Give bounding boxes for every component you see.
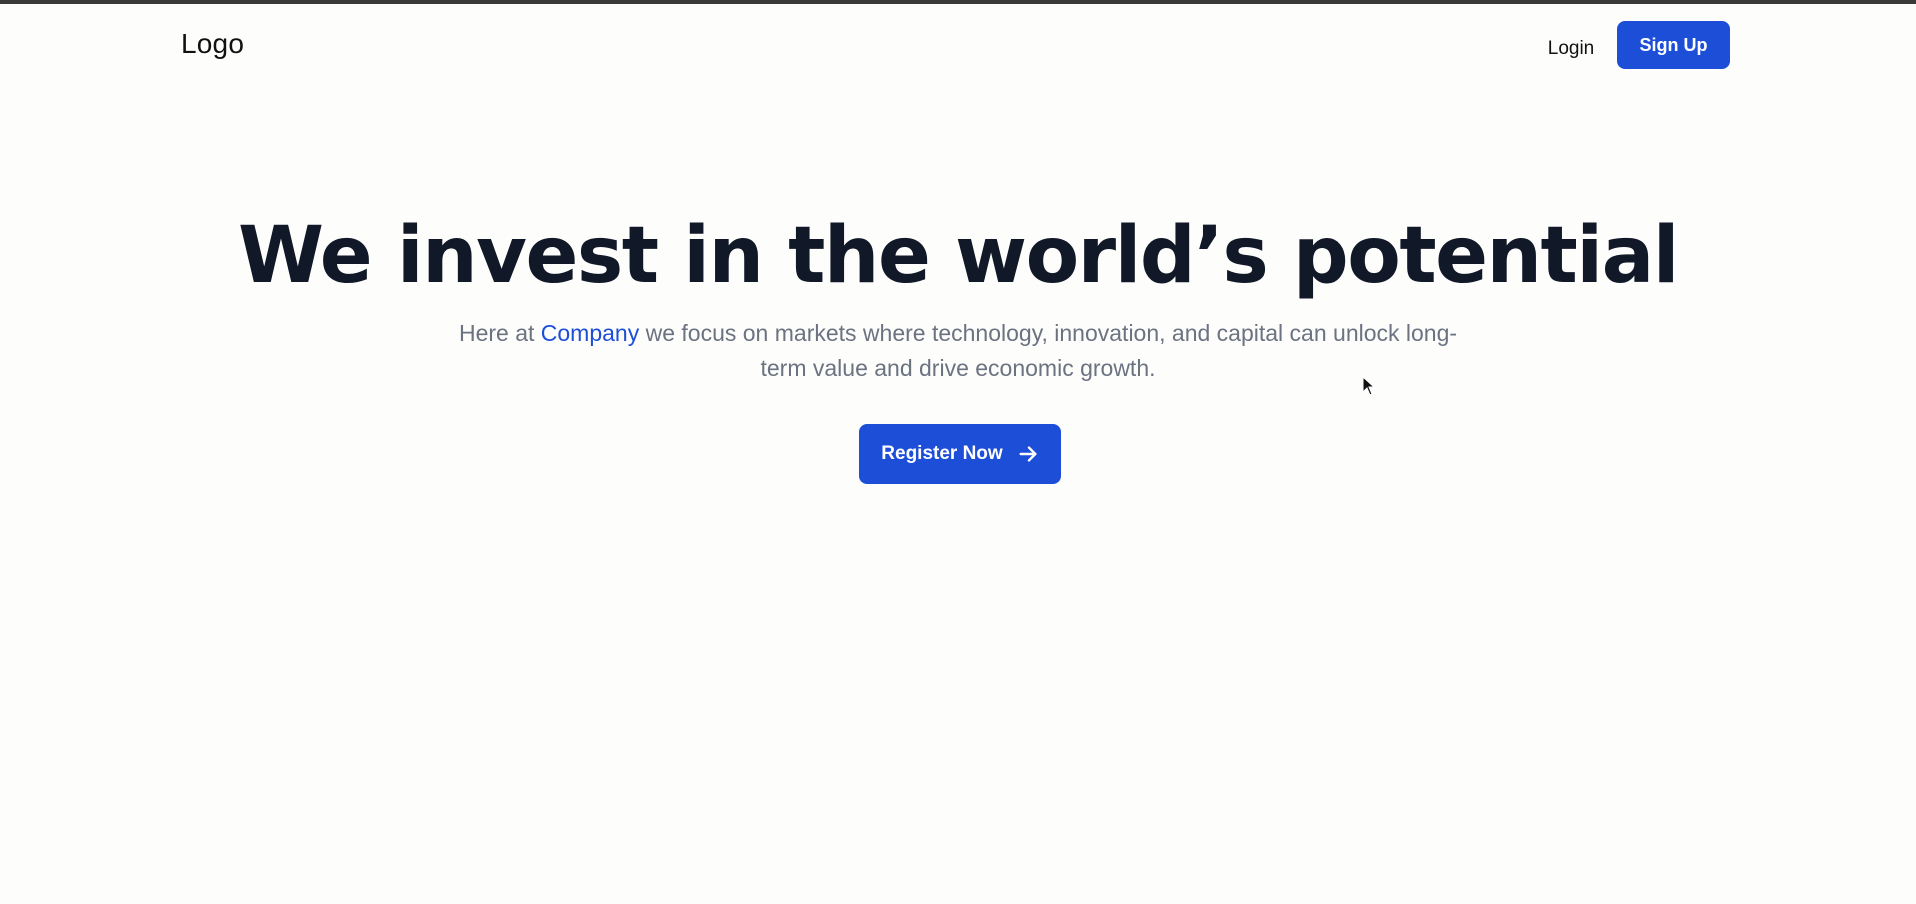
hero-subtitle: Here at Company we focus on markets wher… [458,316,1458,386]
subtitle-suffix: we focus on markets where technology, in… [639,320,1458,381]
sign-up-button[interactable]: Sign Up [1617,21,1730,69]
hero-title: We invest in the world’s potential [238,211,1679,301]
logo[interactable]: Logo [181,28,244,60]
site-header: Logo Login Sign Up [0,4,1916,86]
register-now-button[interactable]: Register Now [859,424,1061,484]
register-now-label: Register Now [881,443,1003,464]
mouse-pointer-icon [1362,376,1376,396]
company-highlight: Company [540,320,640,346]
login-button[interactable]: Login [1516,32,1626,66]
arrow-right-icon [1019,446,1037,462]
subtitle-prefix: Here at [458,320,541,346]
